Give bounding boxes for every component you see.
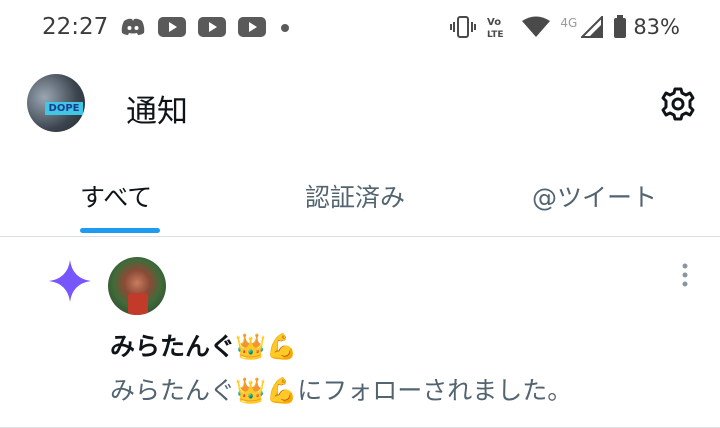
sparkle-icon xyxy=(49,260,91,302)
svg-text:Vo: Vo xyxy=(487,17,501,28)
svg-text:LTE: LTE xyxy=(487,30,504,40)
avatar-figure xyxy=(128,293,148,315)
app-header: DOPE 通知 xyxy=(0,64,720,144)
wifi-icon xyxy=(522,16,551,37)
follower-avatar[interactable] xyxy=(108,257,166,315)
battery-icon xyxy=(614,15,627,38)
cell-signal-icon xyxy=(581,16,604,38)
status-bar: 22:27 Vo LTE 4G 83% xyxy=(0,0,720,56)
tab-mentions[interactable]: @ツイート xyxy=(532,178,657,214)
youtube-icon xyxy=(158,17,186,37)
status-right-icons: Vo LTE 4G 83% xyxy=(450,14,680,40)
vibrate-icon xyxy=(450,16,477,38)
tab-all[interactable]: すべて xyxy=(80,178,152,214)
youtube-icon xyxy=(238,17,266,37)
youtube-icon xyxy=(198,17,226,37)
more-options-button[interactable] xyxy=(670,257,700,293)
page-title: 通知 xyxy=(126,94,188,130)
battery-percent: 83% xyxy=(633,15,680,39)
avatar-dope-badge: DOPE xyxy=(45,102,83,115)
discord-icon xyxy=(121,18,145,35)
follower-name[interactable]: みらたんぐ👑💪 xyxy=(110,327,297,363)
notification-item[interactable]: みらたんぐ👑💪 みらたんぐ👑💪にフォローされました。 xyxy=(0,237,720,428)
profile-avatar[interactable]: DOPE xyxy=(27,74,85,132)
status-left-icons xyxy=(120,16,292,38)
active-tab-indicator xyxy=(80,228,160,233)
gear-icon xyxy=(661,87,695,121)
tab-verified[interactable]: 認証済み xyxy=(305,178,405,214)
settings-button[interactable] xyxy=(658,84,698,124)
volte-icon: Vo LTE xyxy=(487,17,504,40)
status-time: 22:27 xyxy=(42,14,109,40)
notification-text: みらたんぐ👑💪にフォローされました。 xyxy=(110,376,573,405)
more-notifications-dot-icon xyxy=(281,24,289,32)
tab-bar: すべて 認証済み @ツイート xyxy=(0,160,720,237)
more-vertical-icon xyxy=(682,263,688,287)
network-type-label: 4G xyxy=(560,16,578,30)
